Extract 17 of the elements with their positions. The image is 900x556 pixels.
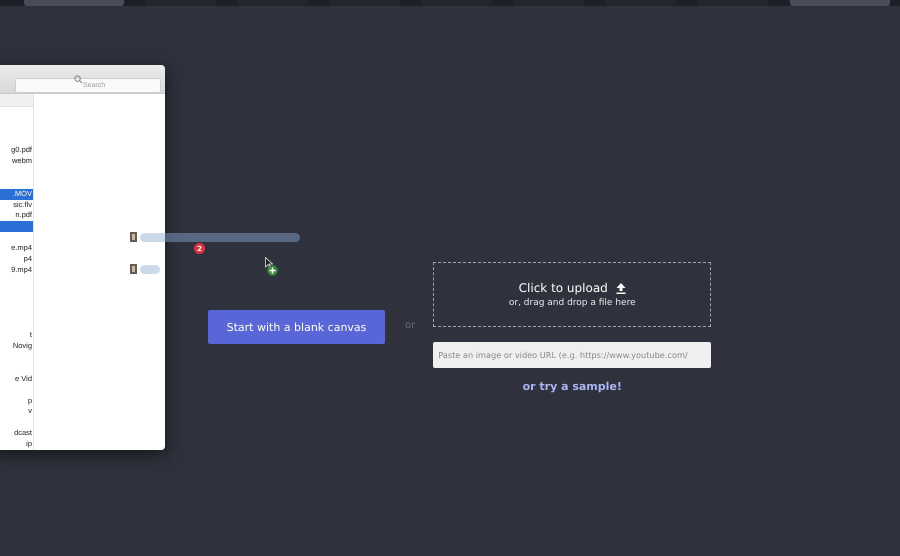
upload-title: Click to upload: [518, 281, 608, 295]
search-icon: [74, 74, 83, 84]
blank-canvas-button[interactable]: Start with a blank canvas: [208, 310, 385, 344]
add-icon: [267, 265, 278, 276]
file-row[interactable]: [0, 221, 33, 232]
cursor-icon: [265, 257, 273, 269]
video-thumbnail-icon: [130, 264, 137, 274]
video-thumbnail-icon: [130, 232, 137, 242]
file-label: [140, 264, 160, 274]
upload-dropzone[interactable]: Click to upload or, drag and drop a file here: [433, 262, 712, 327]
toolbar-tab[interactable]: [24, 0, 124, 6]
sample-link[interactable]: or try a sample!: [522, 380, 622, 393]
upload-icon: [616, 282, 626, 294]
url-field[interactable]: Paste an image or video URL (e.g. https://www.youtube.com/: [433, 342, 712, 368]
toolbar-tab[interactable]: [790, 0, 890, 6]
upload-subtitle: or, drag and drop a file here: [508, 298, 636, 308]
or-separator: or: [405, 320, 416, 331]
